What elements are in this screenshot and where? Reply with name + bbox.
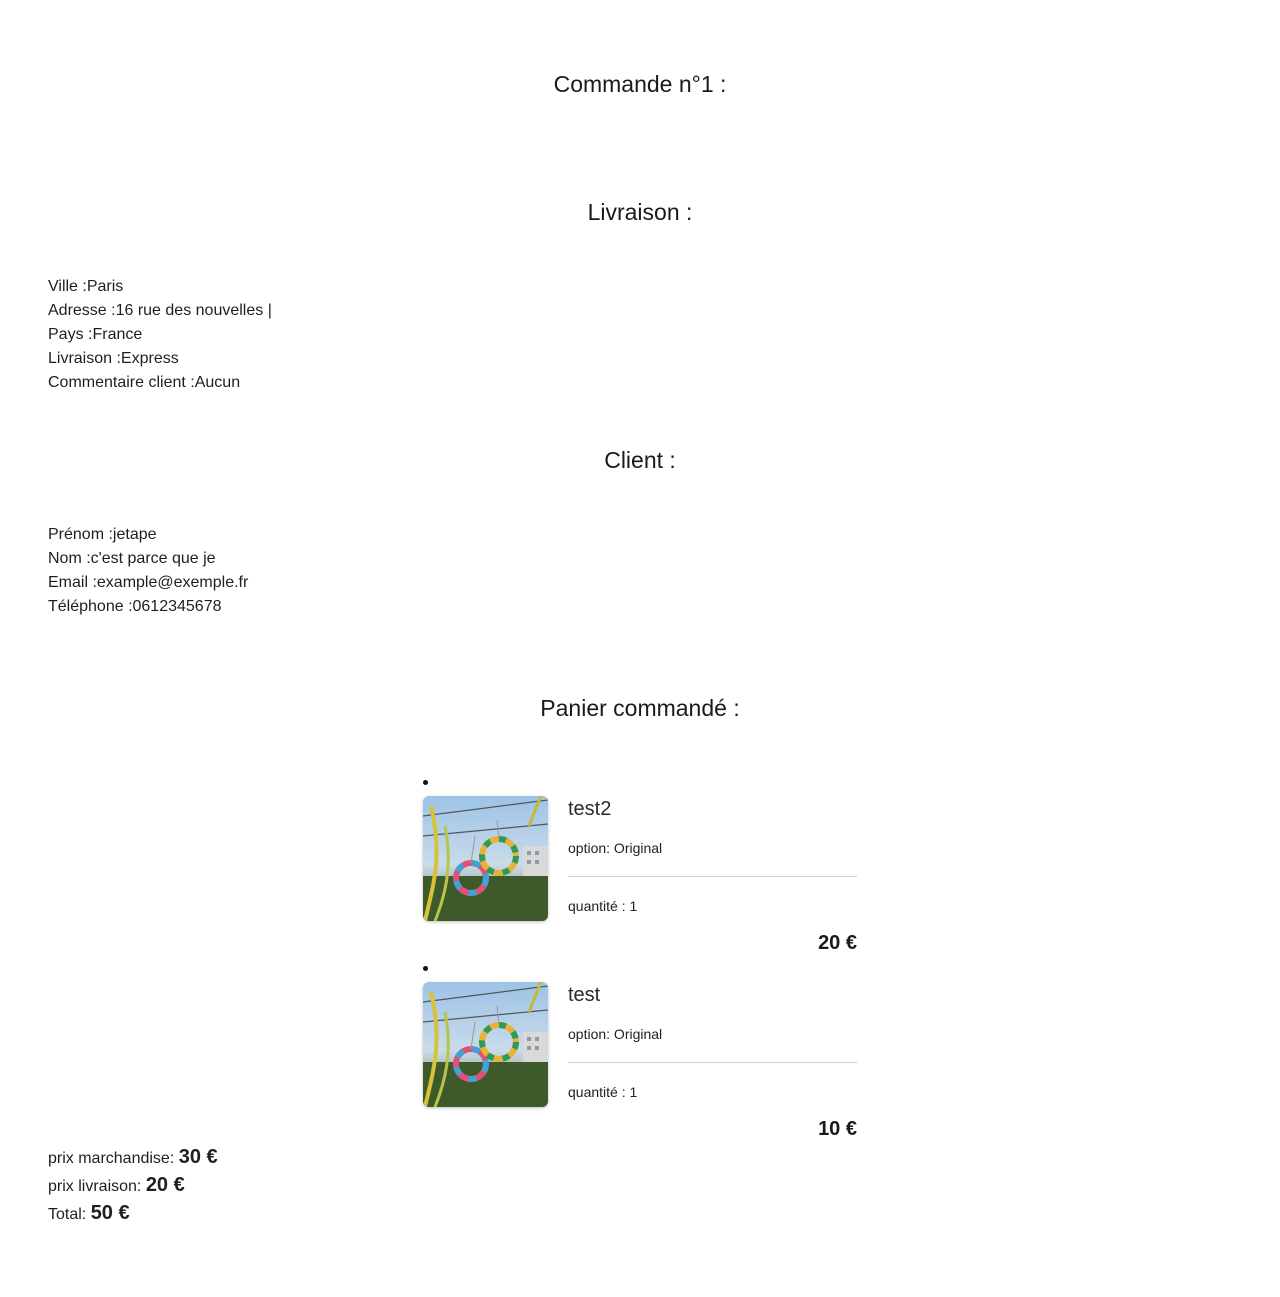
product-price: 10 € [818,1118,857,1140]
delivery-city: Ville :Paris [48,278,124,295]
merch-price-row: prix marchandise: 30 € [48,1143,218,1171]
delivery-info: Ville :Paris Adresse :16 rue des nouvell… [48,275,272,395]
delivery-method: Livraison :Express [48,350,179,367]
product-quantity: quantité : 1 [568,898,638,914]
order-totals: prix marchandise: 30 € prix livraison: 2… [48,1143,218,1227]
delivery-country: Pays :France [48,326,143,343]
client-email: Email :example@exemple.fr [48,574,249,591]
merch-price-label: prix marchandise: [48,1150,179,1167]
delivery-address: Adresse :16 rue des nouvelles | [48,302,272,319]
delivery-heading: Livraison : [587,199,693,225]
total-label: Total: [48,1206,91,1223]
shipping-price-row: prix livraison: 20 € [48,1171,218,1199]
list-bullet [423,780,428,785]
list-bullet [423,966,428,971]
product-option: option: Original [568,840,663,856]
client-firstname: Prénom :jetape [48,526,157,543]
divider [568,1062,857,1063]
total-row: Total: 50 € [48,1199,218,1227]
merch-price-value: 30 € [178,1146,218,1168]
order-title: Commande n°1 : [553,71,727,97]
product-image[interactable] [423,982,548,1107]
product-image[interactable] [423,796,548,921]
product-option: option: Original [568,1026,663,1042]
product-name: test2 [568,798,612,820]
shipping-price-label: prix livraison: [48,1178,146,1195]
delivery-comment: Commentaire client :Aucun [48,374,241,391]
client-info: Prénom :jetape Nom :c'est parce que je E… [48,523,248,619]
shipping-price-value: 20 € [145,1174,185,1196]
product-quantity: quantité : 1 [568,1084,638,1100]
client-heading: Client : [604,447,676,473]
client-phone: Téléphone :0612345678 [48,598,222,615]
divider [568,876,857,877]
client-lastname: Nom :c'est parce que je [48,550,216,567]
cart-heading: Panier commandé : [540,695,740,721]
total-value: 50 € [90,1202,130,1224]
product-name: test [568,984,601,1006]
product-price: 20 € [818,932,857,954]
